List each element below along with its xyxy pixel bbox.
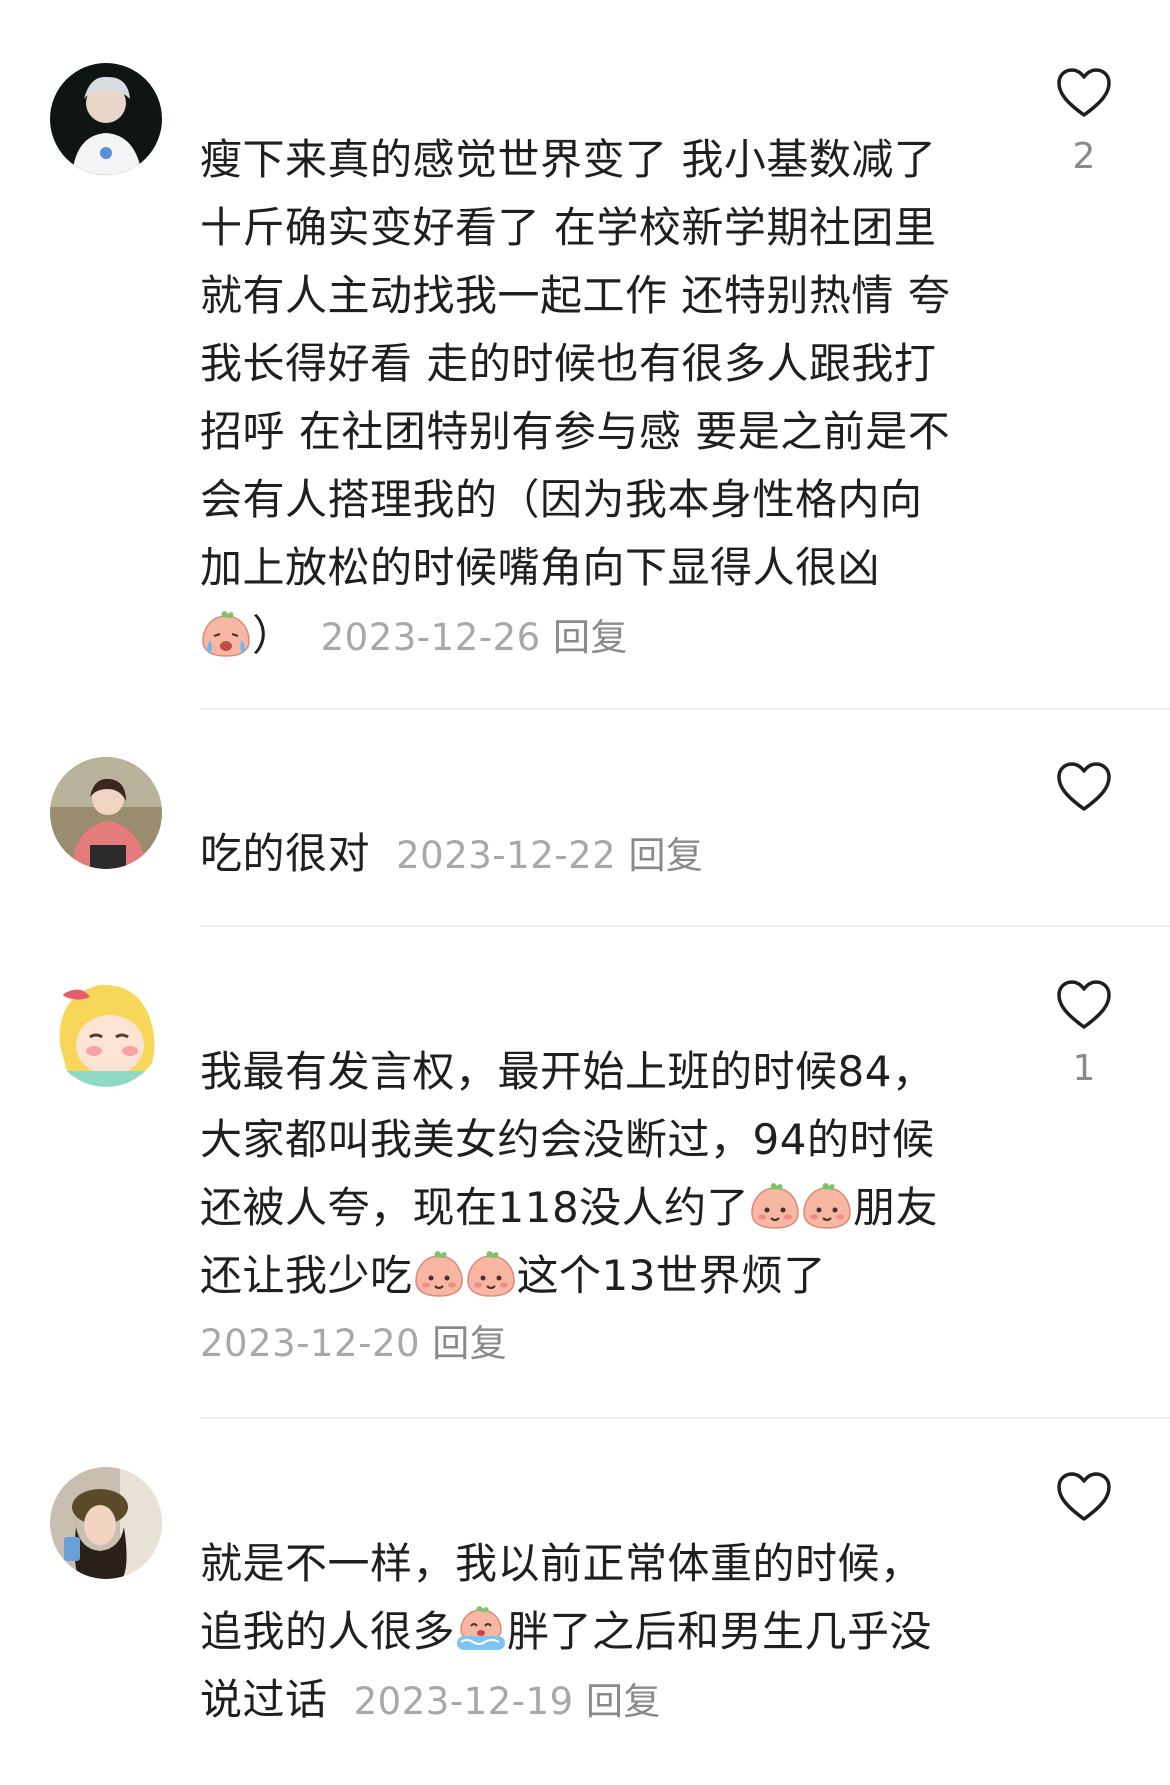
comment-text: 吃的很对 2023-12-22 回复 [200, 829, 704, 878]
reply-button[interactable]: 回复 [628, 834, 703, 877]
avatar[interactable] [50, 63, 162, 175]
heart-icon [1056, 66, 1112, 122]
like-count: 1 [1072, 1048, 1096, 1089]
avatar[interactable] [50, 1467, 162, 1579]
divider [200, 925, 1170, 927]
peach-smile-emoji-icon [749, 1180, 801, 1230]
comment-text: 我最有发言权，最开始上班的时候84， 大家都叫我美女约会没断过，94的时候 还被… [200, 1047, 939, 1365]
reply-button[interactable]: 回复 [432, 1322, 507, 1365]
like-button[interactable] [1056, 66, 1112, 122]
heart-icon [1056, 760, 1112, 816]
username[interactable] [200, 1470, 280, 1500]
divider [200, 1417, 1170, 1419]
comment-date: 2023-12-22 [396, 834, 617, 877]
comment-date: 2023-12-19 [353, 1680, 574, 1723]
like-count: 2 [1072, 136, 1096, 177]
like-button[interactable] [1056, 1470, 1112, 1526]
reply-button[interactable]: 回复 [586, 1680, 661, 1723]
avatar-image [50, 975, 162, 1087]
peach-smile-emoji-icon [465, 1248, 517, 1298]
username[interactable] [200, 66, 280, 96]
username[interactable] [200, 760, 280, 790]
peach-smile-emoji-icon [801, 1180, 853, 1230]
avatar-image [50, 1467, 162, 1579]
comment-text: 瘦下来真的感觉世界变了 我小基数减了 十斤确实变好看了 在学校新学期社团里 就有… [200, 135, 951, 660]
comment-text: 就是不一样，我以前正常体重的时候， 追我的人很多 胖了之后和男生几乎没 说过话 2… [200, 1539, 933, 1724]
username[interactable] [200, 978, 280, 1008]
like-button[interactable] [1056, 978, 1112, 1034]
avatar-image [50, 63, 162, 175]
avatar[interactable] [50, 975, 162, 1087]
like-button[interactable] [1056, 760, 1112, 816]
heart-icon [1056, 978, 1112, 1034]
avatar[interactable] [50, 757, 162, 869]
comment-date: 2023-12-26 [320, 616, 541, 659]
avatar-image [50, 757, 162, 869]
comment-date: 2023-12-20 [200, 1322, 421, 1365]
crying-bath-emoji-icon [455, 1604, 507, 1654]
crying-face-emoji-icon [200, 608, 252, 658]
peach-smile-emoji-icon [413, 1248, 465, 1298]
heart-icon [1056, 1470, 1112, 1526]
reply-button[interactable]: 回复 [553, 616, 628, 659]
divider [200, 708, 1170, 710]
